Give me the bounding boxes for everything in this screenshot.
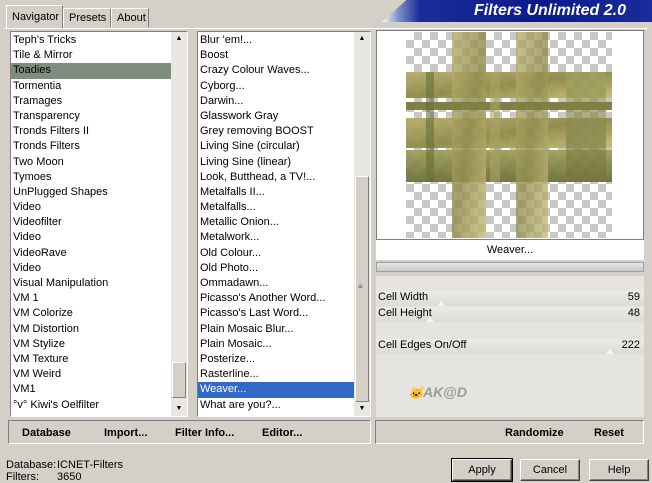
list-item[interactable]: Old Photo...	[198, 261, 354, 276]
list-item[interactable]: Tramages	[11, 94, 171, 109]
list-item[interactable]: Tymoes	[11, 170, 171, 185]
filter-scrollbar[interactable]: ▲ ▼ ≡	[354, 32, 370, 416]
list-item[interactable]: VM 1	[11, 291, 171, 306]
cat-icon: 🐱	[408, 386, 423, 400]
list-item[interactable]: Metalwork...	[198, 230, 354, 245]
reset-button[interactable]: Reset	[594, 427, 624, 439]
list-item[interactable]: Ommadawn...	[198, 276, 354, 291]
watermark-logo: 🐱AK@D	[408, 384, 467, 400]
scroll-down-icon[interactable]: ▼	[171, 402, 187, 416]
param-slider[interactable]: Cell Height 48	[376, 307, 644, 322]
list-item[interactable]: Cyborg...	[198, 79, 354, 94]
status-database-label: Database:	[6, 459, 57, 471]
list-item[interactable]: Two Moon	[11, 155, 171, 170]
list-item[interactable]: Tormentia	[11, 79, 171, 94]
list-item[interactable]: Plain Mosaic Blur...	[198, 322, 354, 337]
param-label: Cell Height	[378, 307, 432, 319]
list-item[interactable]: Video	[11, 261, 171, 276]
param-value: 59	[627, 291, 640, 303]
scroll-down-icon[interactable]: ▼	[354, 402, 370, 416]
list-item[interactable]: Weaver...	[198, 382, 354, 398]
cancel-button[interactable]: Cancel	[520, 459, 580, 481]
list-item[interactable]: Living Sine (linear)	[198, 155, 354, 170]
list-item[interactable]: VM1	[11, 382, 171, 397]
param-label: Cell Width	[378, 291, 429, 303]
param-value: 48	[627, 307, 640, 319]
param-value: 222	[621, 339, 640, 351]
param-knob[interactable]	[606, 349, 614, 354]
list-item[interactable]: Blur 'em!...	[198, 33, 354, 48]
list-item[interactable]: Metalfalls...	[198, 200, 354, 215]
category-list[interactable]: Teph's Tricks Tile & Mirror Toadies Torment…	[10, 31, 188, 417]
category-scrollbar[interactable]: ▲ ▼	[171, 32, 187, 416]
scroll-grip: ≡	[358, 282, 363, 291]
tab-divider	[4, 28, 648, 29]
list-item[interactable]: Visual Manipulation	[11, 276, 171, 291]
list-item[interactable]: Metallic Onion...	[198, 215, 354, 230]
filter-list[interactable]: Blur 'em!... Boost Crazy Colour Waves... Cy…	[197, 31, 371, 417]
list-item[interactable]: Tile & Mirror	[11, 48, 171, 63]
status-filters-label: Filters:	[6, 471, 39, 483]
randomize-button[interactable]: Randomize	[505, 427, 564, 439]
list-item[interactable]: Look, Butthead, a TV!...	[198, 170, 354, 185]
tab-presets[interactable]: Presets	[63, 8, 111, 27]
app-banner: Filters Unlimited 2.0	[382, 0, 652, 22]
preview-filter-name: Weaver...	[486, 244, 534, 256]
list-item[interactable]: Tronds Filters	[11, 139, 171, 154]
status-database-value: ICNET-Filters	[57, 459, 123, 471]
list-item[interactable]: Video	[11, 230, 171, 245]
tab-about[interactable]: About	[111, 8, 149, 27]
list-item[interactable]: VM Distortion	[11, 322, 171, 337]
list-item[interactable]: Old Colour...	[198, 246, 354, 261]
list-item[interactable]: Plain Mosaic...	[198, 337, 354, 352]
list-item[interactable]: VM Texture	[11, 352, 171, 367]
help-button[interactable]: Help	[589, 459, 649, 481]
editor-button[interactable]: Editor...	[262, 427, 302, 439]
weaver-preview-graphic	[406, 32, 612, 238]
progress-bar	[376, 262, 644, 272]
list-item[interactable]: VM Stylize	[11, 337, 171, 352]
list-item[interactable]: VM Weird	[11, 367, 171, 382]
list-item[interactable]: VideoRave	[11, 246, 171, 261]
status-filters-value: 3650	[57, 471, 82, 483]
list-item[interactable]: Picasso's Another Word...	[198, 291, 354, 306]
list-item[interactable]: Toadies	[11, 63, 171, 79]
list-item[interactable]: Metalfalls II...	[198, 185, 354, 200]
filter-info-button[interactable]: Filter Info...	[175, 427, 234, 439]
list-item[interactable]: Grey removing BOOST	[198, 124, 354, 139]
banner-title: Filters Unlimited 2.0	[473, 2, 626, 19]
database-button[interactable]: Database	[22, 427, 71, 439]
preview-image	[406, 32, 612, 238]
tab-navigator[interactable]: Navigator	[6, 5, 63, 28]
list-item[interactable]: Transparency	[11, 109, 171, 124]
list-item[interactable]: Posterize...	[198, 352, 354, 367]
list-item[interactable]: Crazy Colour Waves...	[198, 63, 354, 78]
list-item[interactable]: Living Sine (circular)	[198, 139, 354, 154]
param-slider[interactable]: Cell Edges On/Off 222	[376, 339, 644, 354]
list-item[interactable]: Videofilter	[11, 215, 171, 230]
apply-button[interactable]: Apply	[451, 458, 513, 482]
list-item[interactable]: Boost	[198, 48, 354, 63]
param-knob[interactable]	[437, 301, 445, 306]
list-item[interactable]: VM Colorize	[11, 306, 171, 321]
list-item[interactable]: UnPlugged Shapes	[11, 185, 171, 200]
scroll-thumb[interactable]	[172, 362, 186, 398]
list-item[interactable]: Teph's Tricks	[11, 33, 171, 48]
list-item[interactable]: °v° Kiwi's Oelfilter	[11, 398, 171, 413]
scroll-up-icon[interactable]: ▲	[171, 32, 187, 46]
list-item[interactable]: Picasso's Last Word...	[198, 306, 354, 321]
list-item[interactable]: Glasswork Gray	[198, 109, 354, 124]
list-item[interactable]: Tronds Filters II	[11, 124, 171, 139]
param-slider[interactable]: Cell Width 59	[376, 291, 644, 306]
list-item[interactable]: Darwin...	[198, 94, 354, 109]
scroll-up-icon[interactable]: ▲	[354, 32, 370, 46]
list-item[interactable]: Video	[11, 200, 171, 215]
list-item[interactable]: What are you?...	[198, 398, 354, 413]
preview-filter-name-bar: Weaver...	[376, 240, 644, 260]
list-item[interactable]: Rasterline...	[198, 367, 354, 382]
import-button[interactable]: Import...	[104, 427, 147, 439]
param-label: Cell Edges On/Off	[378, 339, 467, 351]
